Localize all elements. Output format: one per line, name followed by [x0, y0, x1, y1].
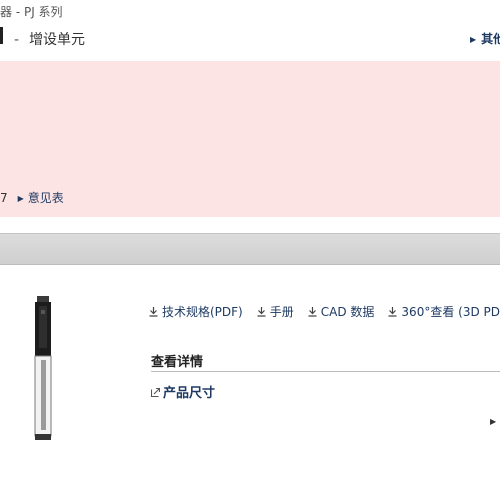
download-cad-label: CAD 数据: [320, 305, 375, 319]
product-size-link[interactable]: 产品尺寸: [151, 382, 215, 401]
feedback-row: 7 ▶ 意见表: [0, 189, 64, 206]
download-icon: [308, 307, 317, 317]
subtitle-text: 增设单元: [29, 32, 86, 48]
download-3d-label: 360°查看 (3D PDF): [401, 305, 500, 319]
download-links: 技术规格(PDF) 手册 CAD 数据 360°查看 (3D PDF): [149, 303, 500, 320]
download-icon: [149, 307, 158, 317]
download-manual-label: 手册: [269, 305, 294, 319]
details-heading: 查看详情: [151, 355, 204, 370]
notice-number: 7: [0, 191, 8, 205]
product-size-label: 产品尺寸: [163, 386, 216, 401]
download-spec-link[interactable]: 技术规格(PDF): [149, 303, 243, 320]
download-cad-link[interactable]: CAD 数据: [308, 303, 375, 320]
page-subtitle: - 增设单元: [14, 29, 85, 49]
download-icon: [257, 307, 266, 317]
caret-right-icon: ▶: [17, 194, 24, 203]
expand-arrow-icon[interactable]: ▶: [490, 417, 496, 426]
title-accent-bar: [0, 27, 3, 44]
caret-right-icon: ▶: [470, 35, 477, 44]
breadcrumb[interactable]: 器 - PJ 系列: [0, 3, 63, 20]
notice-panel: [0, 61, 500, 217]
other-link-label: 其他: [481, 32, 500, 46]
feedback-link[interactable]: 意见表: [28, 191, 64, 205]
subtitle-dash: -: [14, 32, 20, 48]
download-icon: [388, 307, 397, 317]
product-image: [34, 296, 52, 440]
external-link-icon: [151, 388, 160, 397]
download-manual-link[interactable]: 手册: [257, 303, 294, 320]
other-link[interactable]: ▶ 其他: [470, 30, 500, 47]
download-3d-link[interactable]: 360°查看 (3D PDF): [388, 303, 500, 320]
section-divider-bar: [0, 233, 500, 265]
details-divider: [151, 371, 500, 372]
download-spec-label: 技术规格(PDF): [162, 305, 243, 319]
